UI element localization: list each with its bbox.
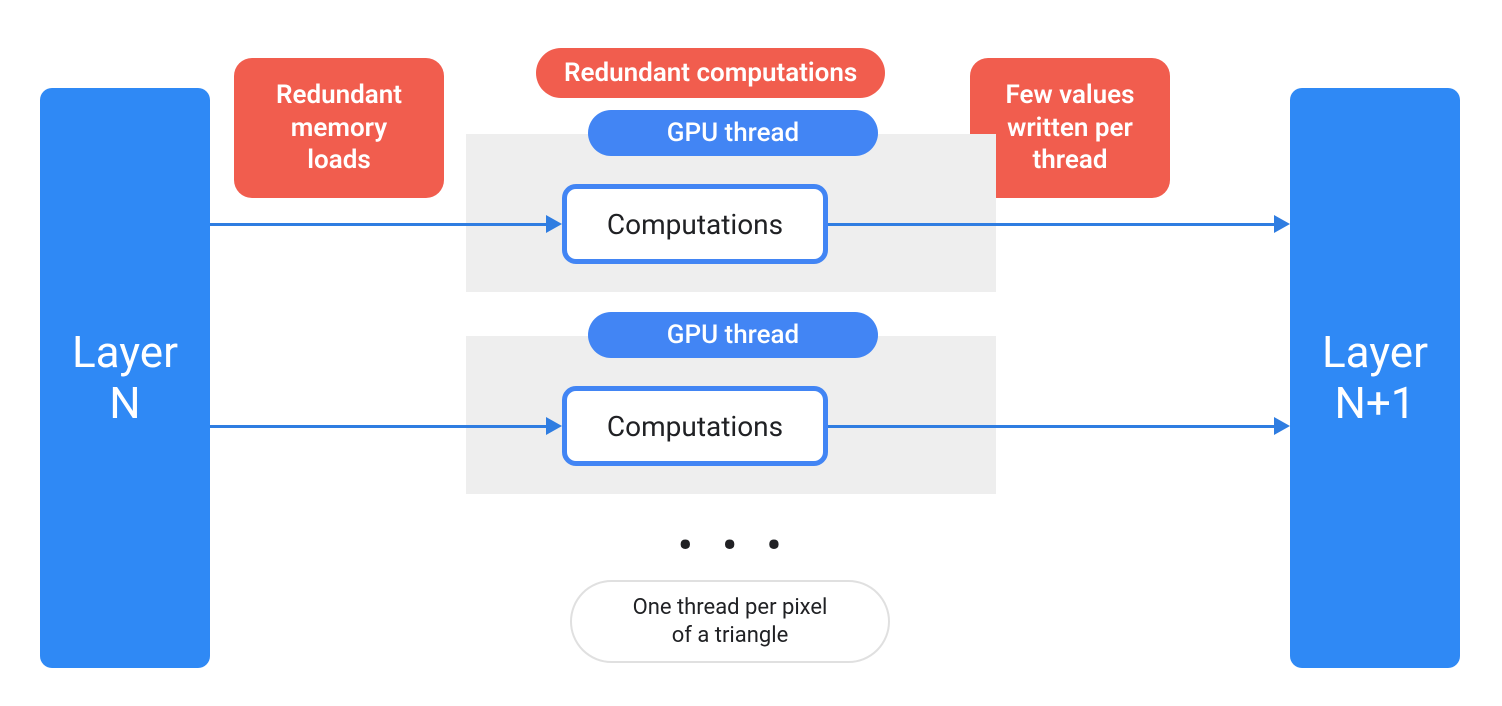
- arrow-2-left: [210, 425, 548, 428]
- gpu-thread-pill-2: GPU thread: [588, 312, 878, 358]
- layer-n-line1: Layer: [72, 327, 178, 378]
- arrow-1-left-head: [546, 215, 562, 233]
- layer-n-line2: N: [109, 378, 140, 429]
- callout-few-values: Few values written per thread: [970, 58, 1170, 198]
- ellipsis-dots: • • •: [678, 522, 791, 569]
- gpu-thread-pill-1: GPU thread: [588, 110, 878, 156]
- layer-n1-line2: N+1: [1334, 378, 1415, 429]
- arrow-2-right: [828, 425, 1276, 428]
- callout-memory-loads: Redundant memory loads: [234, 58, 444, 198]
- arrow-1-right-head: [1274, 215, 1290, 233]
- footer-caption: One thread per pixel of a triangle: [570, 580, 890, 663]
- layer-n1-line1: Layer: [1322, 327, 1428, 378]
- arrow-2-left-head: [546, 417, 562, 435]
- computations-box-2: Computations: [562, 386, 828, 466]
- computations-box-1: Computations: [562, 184, 828, 264]
- arrow-1-right: [828, 223, 1276, 226]
- callout-redundant-computations: Redundant computations: [536, 48, 885, 98]
- arrow-2-right-head: [1274, 417, 1290, 435]
- layer-n1-box: Layer N+1: [1290, 88, 1460, 668]
- layer-n-box: Layer N: [40, 88, 210, 668]
- arrow-1-left: [210, 223, 548, 226]
